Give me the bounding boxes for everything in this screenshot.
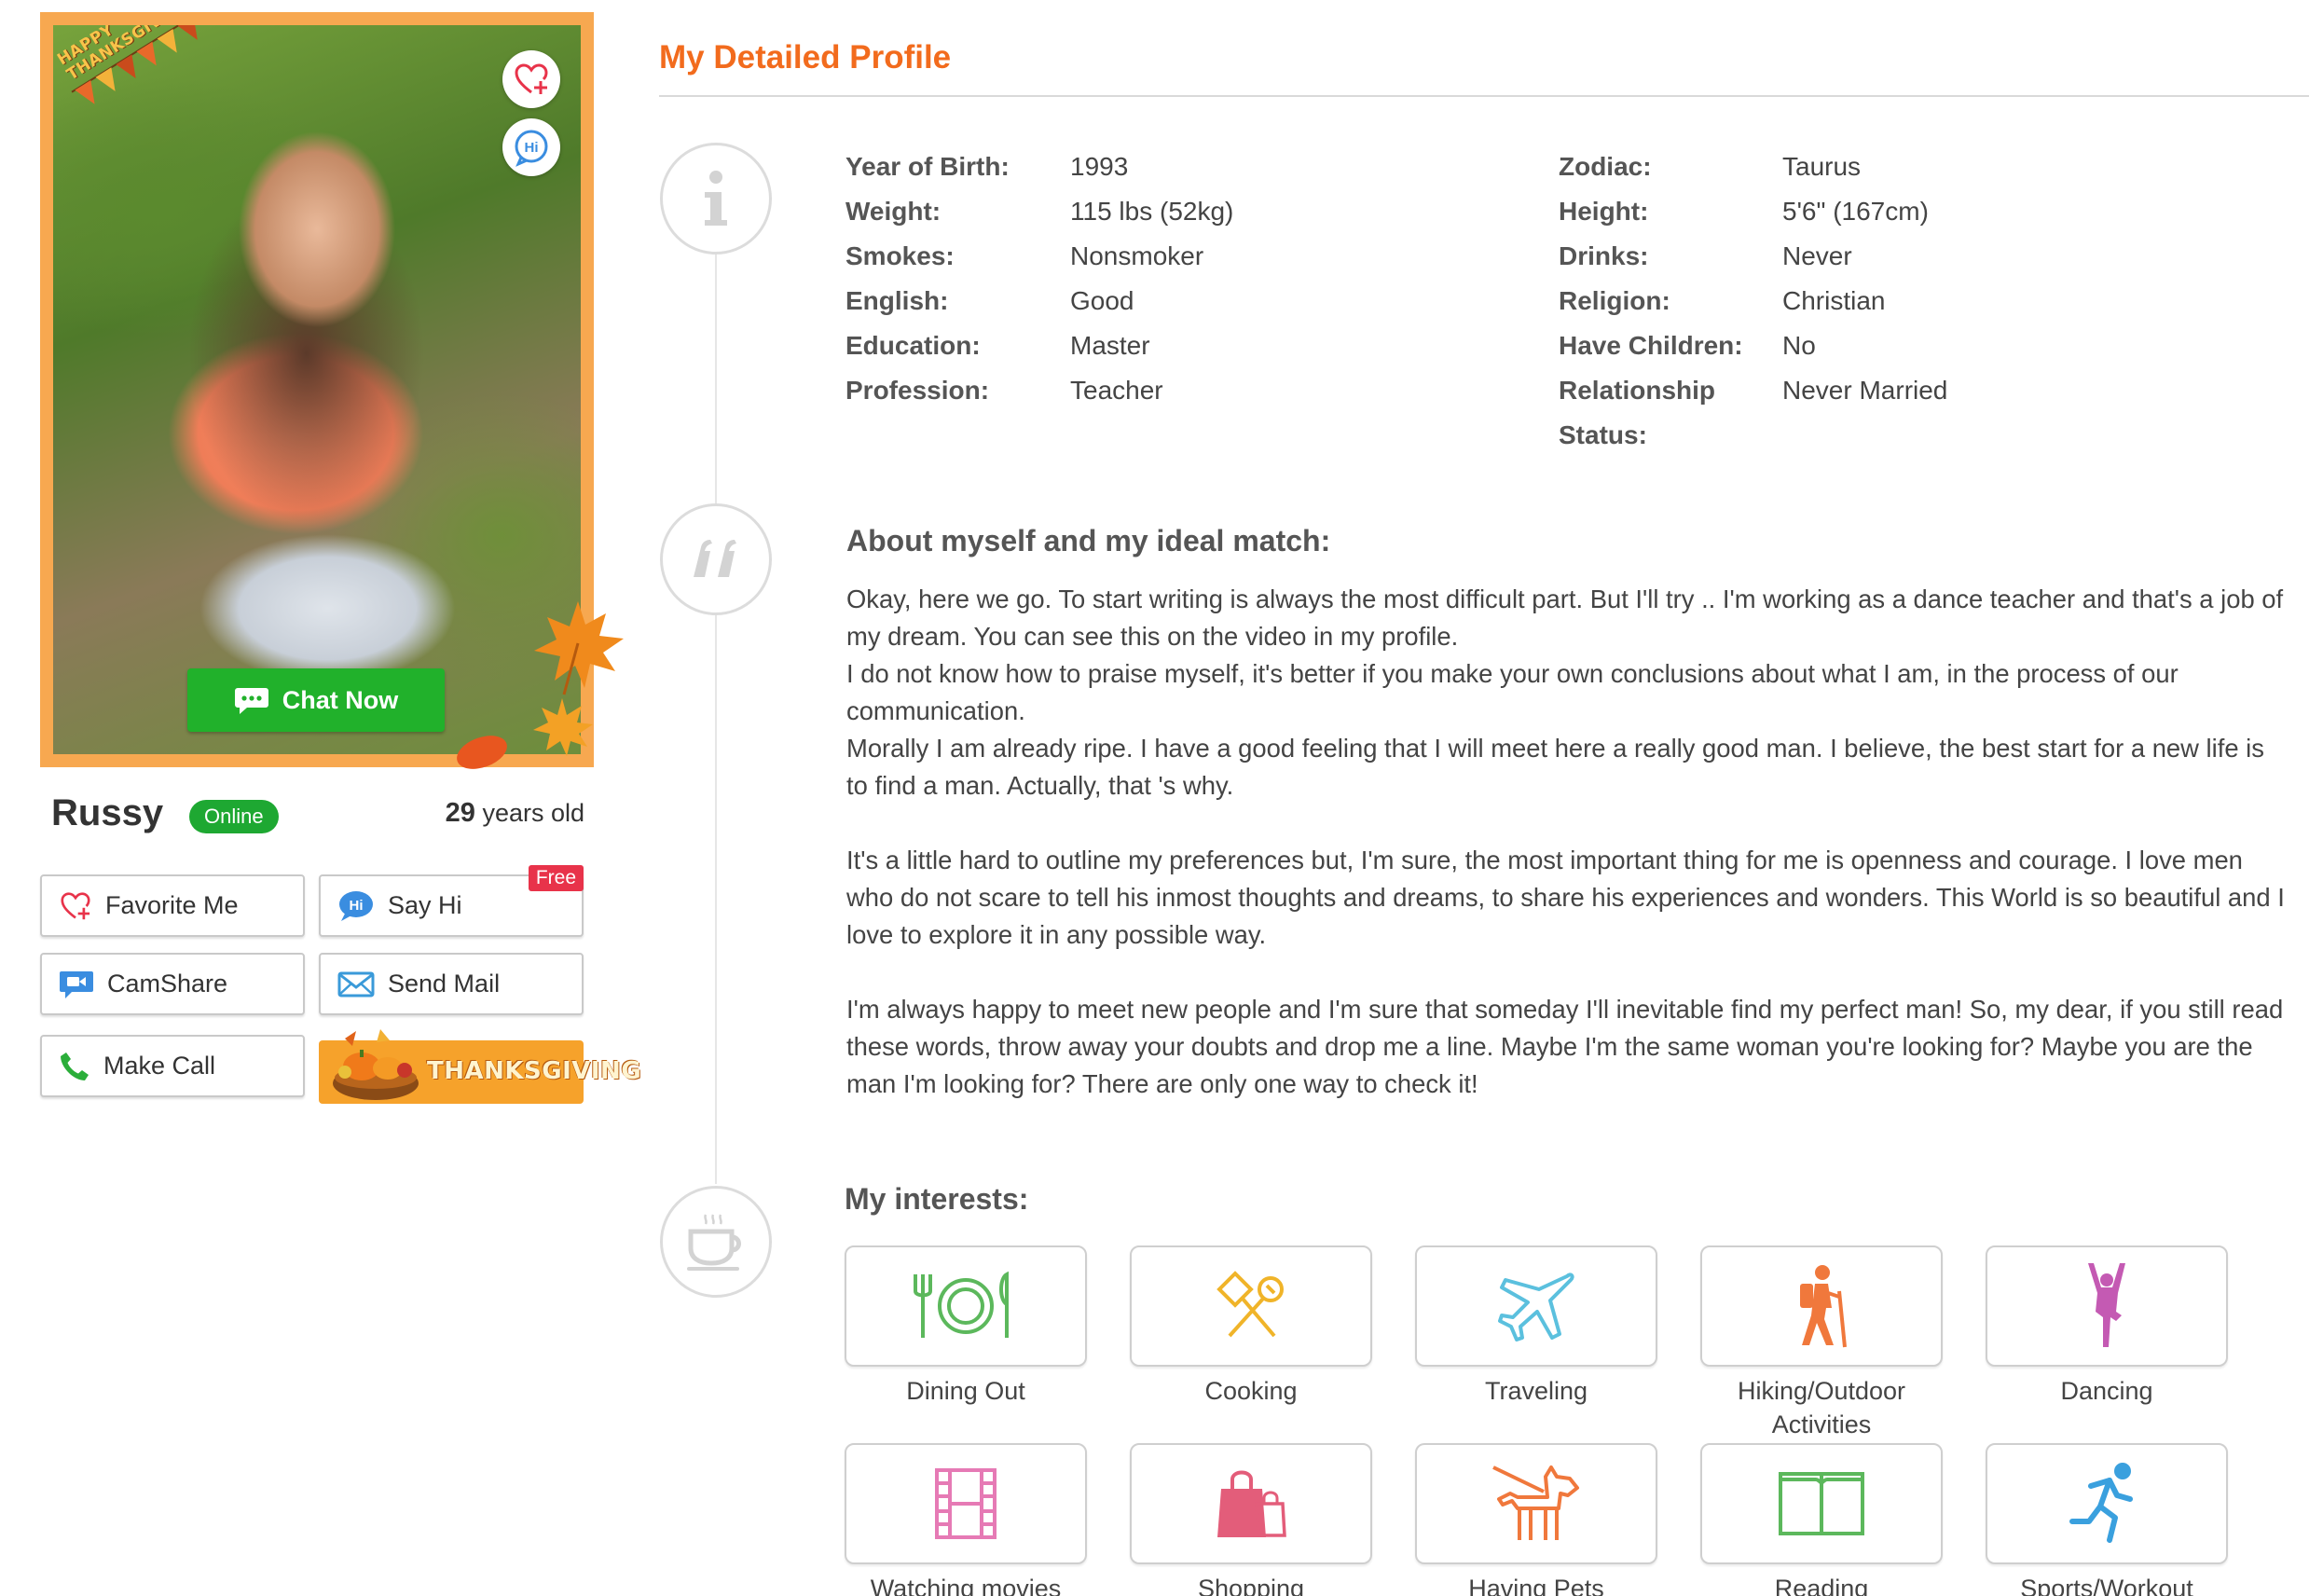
- chat-now-label: Chat Now: [282, 685, 399, 714]
- detailed-profile-title: My Detailed Profile: [659, 39, 952, 76]
- timeline-line: [715, 252, 717, 1184]
- interest-sports-workout[interactable]: Sports/Workout: [1986, 1443, 2228, 1596]
- interest-watching-movies[interactable]: Watching movies: [845, 1443, 1087, 1596]
- svg-text:Hi: Hi: [350, 898, 364, 914]
- mail-icon: [337, 971, 375, 997]
- running-icon: [2069, 1463, 2133, 1543]
- interest-having-pets[interactable]: Having Pets: [1415, 1443, 1657, 1596]
- about-title: About myself and my ideal match:: [846, 524, 1331, 557]
- pumpkin-basket-icon: [333, 1029, 419, 1100]
- interest-dancing[interactable]: Dancing: [1986, 1245, 2228, 1408]
- free-badge: Free: [528, 865, 584, 891]
- chat-now-button[interactable]: Chat Now: [187, 668, 445, 732]
- thanksgiving-banner: HAPPY THANKSGIVING: [53, 25, 215, 132]
- say-hi-bubble-button[interactable]: Hi: [502, 118, 560, 176]
- airplane-icon: [1498, 1273, 1574, 1341]
- info-circle-icon: [660, 143, 772, 255]
- interest-label: Sports/Workout: [2020, 1575, 2193, 1596]
- dining-icon: [914, 1271, 1009, 1338]
- interest-icon-box[interactable]: [845, 1443, 1087, 1564]
- send-mail-label: Send Mail: [388, 970, 501, 998]
- make-call-label: Make Call: [103, 1052, 216, 1080]
- interest-label: Watching movies: [870, 1575, 1062, 1596]
- age-suffix: years old: [482, 799, 584, 827]
- svg-text:Hi: Hi: [525, 140, 539, 156]
- interest-icon-box[interactable]: [1130, 1443, 1372, 1564]
- thanksgiving-label: THANKSGIVING: [427, 1057, 642, 1085]
- cooking-icon: [1216, 1271, 1284, 1338]
- about-paragraph: I'm always happy to meet new people and …: [846, 995, 2284, 1098]
- profile-photo-frame: HAPPY THANKSGIVING Hi Chat Now: [40, 12, 594, 767]
- interest-icon-box[interactable]: [1130, 1245, 1372, 1367]
- interest-label: Shopping: [1197, 1575, 1305, 1596]
- hi-bubble-icon: Hi: [515, 130, 548, 167]
- interest-cooking[interactable]: Cooking: [1130, 1245, 1372, 1408]
- profile-name: Russy: [51, 792, 164, 833]
- dog-icon: [1492, 1465, 1579, 1540]
- hiking-icon: [1800, 1265, 1847, 1348]
- book-icon: [1779, 1472, 1864, 1535]
- oak-leaf-icon: [457, 736, 507, 769]
- chat-bubble-icon: [234, 688, 268, 714]
- dancing-icon: [2088, 1263, 2125, 1347]
- coffee-circle-icon: [660, 1186, 772, 1298]
- interest-dining-out[interactable]: Dining Out: [845, 1245, 1087, 1408]
- interest-reading[interactable]: Reading: [1700, 1443, 1943, 1596]
- interests-title: My interests:: [845, 1182, 1029, 1216]
- interest-icon-box[interactable]: [1415, 1443, 1657, 1564]
- heart-plus-icon: [515, 63, 548, 94]
- about-paragraph: Morally I am already ripe. I have a good…: [846, 734, 2264, 800]
- coffee-cup-icon: [687, 1214, 741, 1271]
- interest-shopping[interactable]: Shopping: [1130, 1443, 1372, 1596]
- say-hi-label: Say Hi: [388, 891, 462, 919]
- interest-icon-box[interactable]: [1415, 1245, 1657, 1367]
- camshare-label: CamShare: [107, 970, 228, 998]
- favorite-me-label: Favorite Me: [105, 891, 239, 919]
- title-divider: [659, 95, 2309, 97]
- interest-label: Dining Out: [906, 1377, 1025, 1405]
- thanksgiving-button[interactable]: THANKSGIVING: [319, 1029, 641, 1104]
- video-chat-icon: [60, 970, 93, 998]
- send-mail-button[interactable]: Send Mail: [319, 953, 584, 1015]
- quote-icon: [694, 540, 736, 577]
- film-icon: [935, 1468, 997, 1539]
- about-text: Okay, here we go. To start writing is al…: [846, 581, 2287, 1103]
- interest-label: Cooking: [1204, 1377, 1298, 1405]
- favorite-me-button[interactable]: Favorite Me: [40, 874, 305, 937]
- interest-traveling[interactable]: Traveling: [1415, 1245, 1657, 1408]
- interest-hiking[interactable]: Hiking/Outdoor Activities: [1700, 1245, 1943, 1441]
- quote-circle-icon: [660, 503, 772, 615]
- interest-icon-box[interactable]: [1986, 1245, 2228, 1367]
- make-call-button[interactable]: Make Call: [40, 1035, 305, 1097]
- info-icon: [705, 171, 727, 226]
- shopping-bag-icon: [1217, 1470, 1286, 1537]
- interest-label: Reading: [1774, 1575, 1869, 1596]
- interest-label: Dancing: [2060, 1377, 2153, 1405]
- phone-icon: [61, 1052, 89, 1080]
- hi-bubble-icon: Hi: [339, 890, 373, 921]
- age-number: 29: [445, 798, 475, 828]
- about-paragraph: I do not know how to praise myself, it's…: [846, 659, 2179, 725]
- online-status-badge: Online: [189, 800, 279, 833]
- profile-age: 29 years old: [446, 798, 584, 829]
- say-hi-button[interactable]: Hi Say Hi Free: [319, 865, 584, 937]
- maple-leaf-small-icon: [533, 698, 593, 756]
- interest-icon-box[interactable]: [1700, 1443, 1943, 1564]
- camshare-button[interactable]: CamShare: [40, 953, 305, 1015]
- about-paragraph: Okay, here we go. To start writing is al…: [846, 585, 2284, 651]
- interest-icon-box[interactable]: [1700, 1245, 1943, 1367]
- interest-label: Hiking/Outdoor Activities: [1737, 1377, 1906, 1438]
- interest-label: Having Pets: [1468, 1575, 1604, 1596]
- favorite-heart-button[interactable]: [502, 50, 560, 108]
- interest-icon-box[interactable]: [845, 1245, 1087, 1367]
- about-paragraph: It's a little hard to outline my prefere…: [846, 846, 2285, 949]
- profile-photo[interactable]: HAPPY THANKSGIVING Hi Chat Now: [53, 25, 581, 754]
- interest-label: Traveling: [1484, 1377, 1588, 1405]
- maple-leaf-icon: [534, 601, 624, 695]
- heart-plus-icon: [61, 891, 90, 919]
- name-row: Russy Online 29 years old: [51, 791, 584, 837]
- interest-icon-box[interactable]: [1986, 1443, 2228, 1564]
